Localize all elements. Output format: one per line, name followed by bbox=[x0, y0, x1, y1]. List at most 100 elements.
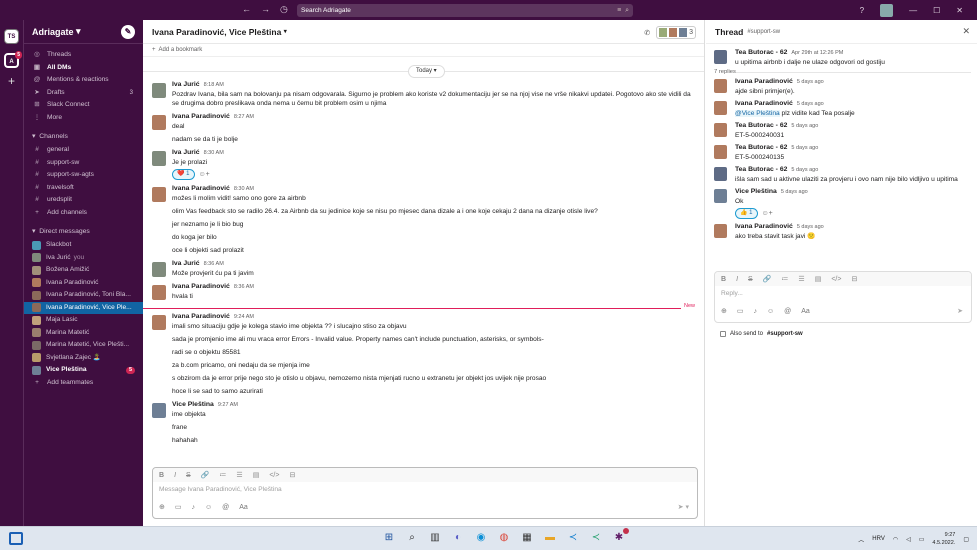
author-name[interactable]: Ivana Paradinović bbox=[172, 313, 230, 320]
bullet-list-icon[interactable]: ☰ bbox=[236, 471, 242, 479]
ordered-list-icon[interactable]: ≔ bbox=[781, 275, 788, 283]
add-workspace-icon[interactable]: + bbox=[0, 74, 23, 88]
attach-plus-icon[interactable]: ⊕ bbox=[721, 307, 727, 315]
history-clock-icon[interactable]: ◷ bbox=[280, 4, 288, 15]
timestamp[interactable]: 8:27 AM bbox=[234, 114, 254, 120]
blockquote-icon[interactable]: ▤ bbox=[815, 275, 822, 283]
search-input[interactable]: Search Adriagate ≡ ⌕ bbox=[297, 4, 633, 17]
maximize-icon[interactable]: ☐ bbox=[933, 6, 940, 15]
author-name[interactable]: Iva Jurić bbox=[172, 149, 200, 156]
notification-icon[interactable]: ▢ bbox=[963, 536, 969, 543]
chrome-icon[interactable]: ◍ bbox=[497, 530, 511, 546]
strike-icon[interactable]: S bbox=[748, 276, 753, 283]
timestamp[interactable]: 8:30 AM bbox=[204, 150, 224, 156]
sidebar-dm[interactable]: Božena Amižić bbox=[24, 264, 143, 277]
vscode-insiders-icon[interactable]: ≺ bbox=[589, 530, 603, 546]
avatar[interactable] bbox=[714, 79, 727, 93]
emoji-icon[interactable]: ☺ bbox=[205, 504, 212, 511]
avatar[interactable] bbox=[152, 115, 166, 130]
user-mention[interactable]: @Vice Pleština bbox=[735, 110, 780, 117]
task-view-icon[interactable] bbox=[9, 532, 23, 545]
sidebar-dm[interactable]: Slackbot bbox=[24, 239, 143, 252]
author-name[interactable]: Vice Pleština bbox=[735, 188, 777, 195]
send-icon[interactable]: ➤ ▾ bbox=[678, 503, 689, 511]
mention-icon[interactable]: @ bbox=[784, 308, 791, 315]
italic-icon[interactable]: I bbox=[174, 472, 176, 479]
timestamp[interactable]: 9:27 AM bbox=[218, 402, 238, 408]
compose-icon[interactable]: ✎ bbox=[121, 25, 135, 39]
strike-icon[interactable]: S bbox=[186, 472, 191, 479]
video-icon[interactable]: ▭ bbox=[737, 307, 744, 315]
sidebar-dm[interactable]: Marina Matetić bbox=[24, 327, 143, 340]
avatar[interactable] bbox=[714, 224, 727, 238]
filter-icon[interactable]: ≡ bbox=[617, 7, 621, 14]
author-name[interactable]: Ivana Paradinović bbox=[172, 185, 230, 192]
chevron-up-icon[interactable]: ︿ bbox=[858, 535, 864, 544]
sidebar-dm[interactable]: Ivana Paradinović, Vice Ple... bbox=[24, 301, 143, 314]
chat-icon[interactable]: ◐ bbox=[451, 530, 465, 546]
timestamp[interactable]: 9:24 AM bbox=[234, 314, 254, 320]
add-bookmark-button[interactable]: + Add a bookmark bbox=[143, 44, 704, 57]
language-indicator[interactable]: HRV bbox=[872, 536, 885, 542]
close-thread-icon[interactable]: ✕ bbox=[962, 26, 970, 37]
avatar[interactable] bbox=[714, 50, 727, 64]
sidebar-dm[interactable]: Ivana Paradinović bbox=[24, 277, 143, 290]
timestamp[interactable]: 8:18 AM bbox=[204, 82, 224, 88]
add-reaction-icon[interactable]: ☺+ bbox=[762, 210, 773, 217]
code-icon[interactable]: </> bbox=[269, 472, 279, 479]
blockquote-icon[interactable]: ▤ bbox=[253, 471, 260, 479]
help-icon[interactable]: ? bbox=[860, 6, 864, 15]
message-input[interactable]: Message Ivana Paradinović, Vice Pleština bbox=[153, 482, 697, 498]
mic-icon[interactable]: ♪ bbox=[754, 308, 758, 315]
avatar[interactable] bbox=[152, 285, 166, 300]
avatar[interactable] bbox=[714, 123, 727, 137]
format-icon[interactable]: Aa bbox=[801, 308, 810, 315]
author-name[interactable]: Tea Butorac - 62 bbox=[735, 122, 787, 129]
members-button[interactable]: 3 bbox=[656, 26, 696, 39]
avatar[interactable] bbox=[152, 83, 166, 98]
send-icon[interactable]: ➤ bbox=[957, 307, 963, 315]
timestamp[interactable]: 8:36 AM bbox=[234, 284, 254, 290]
timestamp[interactable]: 5 days ago bbox=[791, 167, 818, 173]
ordered-list-icon[interactable]: ≔ bbox=[219, 471, 226, 479]
author-name[interactable]: Tea Butorac - 62 bbox=[735, 49, 787, 56]
avatar[interactable] bbox=[152, 187, 166, 202]
code-block-icon[interactable]: ⊟ bbox=[851, 275, 857, 283]
workspace-ts[interactable]: TS bbox=[4, 29, 19, 44]
start-icon[interactable]: ⊞ bbox=[382, 530, 396, 546]
minimize-icon[interactable]: — bbox=[909, 6, 917, 15]
timestamp[interactable]: 5 days ago bbox=[797, 101, 824, 107]
sidebar-channel[interactable]: # support-sw bbox=[24, 157, 143, 170]
reply-input[interactable]: Reply... bbox=[715, 286, 971, 302]
author-name[interactable]: Tea Butorac - 62 bbox=[735, 166, 787, 173]
avatar[interactable] bbox=[152, 315, 166, 330]
widgets-icon[interactable]: ▥ bbox=[428, 530, 442, 546]
timestamp[interactable]: 5 days ago bbox=[781, 189, 808, 195]
thread-channel[interactable]: #support-sw bbox=[747, 29, 780, 35]
author-name[interactable]: Iva Jurić bbox=[172, 81, 200, 88]
sidebar-channel[interactable]: # uredsplit bbox=[24, 194, 143, 207]
bullet-list-icon[interactable]: ☰ bbox=[798, 275, 804, 283]
code-icon[interactable]: </> bbox=[831, 276, 841, 283]
reaction-pill[interactable]: 👍 1 bbox=[735, 208, 758, 219]
user-avatar[interactable] bbox=[880, 3, 894, 17]
link-icon[interactable]: 🔗 bbox=[201, 471, 210, 479]
slack-icon[interactable]: ✱ bbox=[612, 528, 629, 546]
add-channels-button[interactable]: + Add channels bbox=[24, 207, 143, 220]
sidebar-item-mentions-reactions[interactable]: @ Mentions & reactions bbox=[24, 74, 143, 87]
clock[interactable]: 9:27 4.5.2022. bbox=[932, 531, 955, 547]
store-icon[interactable]: ▦ bbox=[520, 530, 534, 546]
timestamp[interactable]: 5 days ago bbox=[797, 224, 824, 230]
author-name[interactable]: Ivana Paradinović bbox=[735, 78, 793, 85]
sidebar-dm[interactable]: Marina Matetić, Vice Plešti... bbox=[24, 339, 143, 352]
search-icon[interactable]: ⌕ bbox=[625, 7, 629, 14]
dm-section-header[interactable]: ▾ Direct messages bbox=[24, 225, 143, 239]
sidebar-dm[interactable]: Vice Pleština 5 bbox=[24, 364, 143, 377]
italic-icon[interactable]: I bbox=[736, 276, 738, 283]
forward-arrow-icon[interactable]: → bbox=[261, 4, 270, 15]
conversation-title[interactable]: Ivana Paradinović, Vice Pleština bbox=[152, 27, 281, 37]
edge-icon[interactable]: ◉ bbox=[474, 530, 488, 546]
explorer-icon[interactable]: ▬ bbox=[543, 530, 557, 546]
timestamp[interactable]: 5 days ago bbox=[791, 145, 818, 151]
timestamp[interactable]: 5 days ago bbox=[791, 123, 818, 129]
